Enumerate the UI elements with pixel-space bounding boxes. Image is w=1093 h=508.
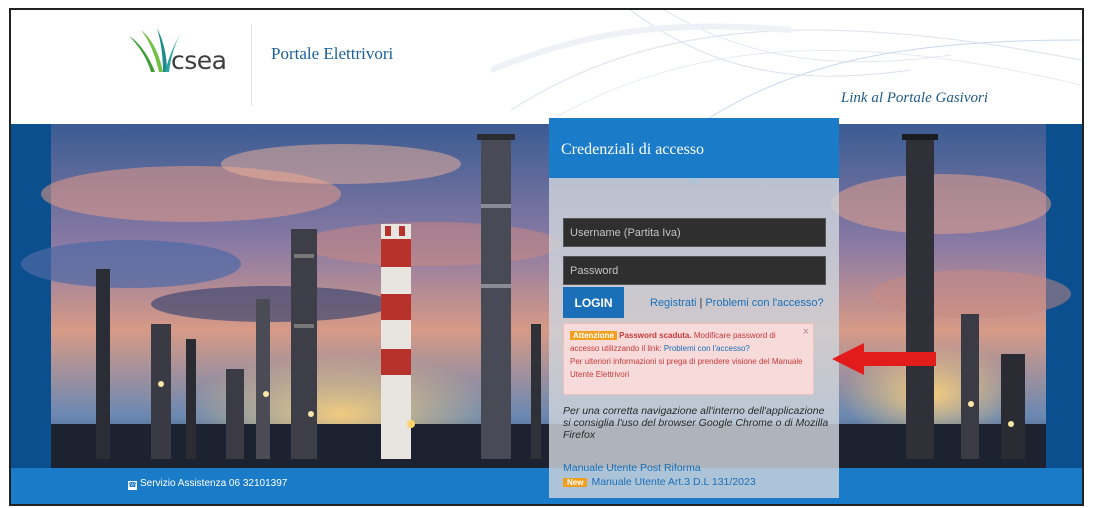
alert-more-info: Per ulteriori informazioni si prega di p…	[570, 357, 803, 379]
manual-links: Manuale Utente Post Riforma New Manuale U…	[563, 461, 756, 490]
gas-portal-link[interactable]: Link al Portale Gasivori	[841, 90, 988, 107]
close-icon[interactable]: ×	[803, 326, 809, 339]
attention-badge: Attenzione	[570, 331, 617, 340]
username-input[interactable]	[563, 218, 826, 247]
links-separator: |	[699, 297, 703, 309]
assistance-text: Servizio Assistenza 06 32101397	[140, 478, 288, 489]
browser-frame: csea Portale Elettrivori Link al Portale…	[9, 8, 1084, 506]
register-link[interactable]: Registrati	[650, 297, 696, 309]
red-arrow-left-icon	[832, 343, 936, 375]
assistance-phone: ☎ Servizio Assistenza 06 32101397	[128, 478, 287, 490]
phone-icon: ☎	[128, 481, 137, 490]
access-problems-link[interactable]: Problemi con l'accesso?	[705, 297, 823, 309]
login-links: Registrati | Problemi con l'accesso?	[650, 297, 824, 309]
login-panel-header: Credenziali di accesso	[549, 118, 839, 178]
portal-title: Portale Elettrivori	[271, 44, 394, 63]
header-divider	[251, 24, 252, 106]
new-badge: New	[563, 478, 588, 487]
header-swoosh-decoration	[491, 10, 1082, 124]
login-button[interactable]: LOGIN	[563, 287, 624, 318]
site-header: csea Portale Elettrivori Link al Portale…	[11, 10, 1082, 124]
password-input[interactable]	[563, 256, 826, 285]
manual-art3-label: Manuale Utente Art.3 D.L 131/2023	[591, 476, 756, 488]
alert-problems-link[interactable]: Problemi con l'accesso?	[664, 344, 750, 353]
alert-bold-text: Password scaduta.	[619, 331, 692, 340]
refinery-photo	[11, 124, 1082, 504]
browser-recommendation-note: Per una corretta navigazione all'interno…	[563, 405, 829, 441]
logo-wordmark: csea	[171, 46, 227, 75]
hero-background	[11, 124, 1082, 504]
password-expired-alert: × Attenzione Password scaduta. Modificar…	[563, 323, 814, 395]
manual-art3-link[interactable]: New Manuale Utente Art.3 D.L 131/2023	[563, 475, 756, 490]
manual-post-riforma-link[interactable]: Manuale Utente Post Riforma	[563, 461, 756, 475]
